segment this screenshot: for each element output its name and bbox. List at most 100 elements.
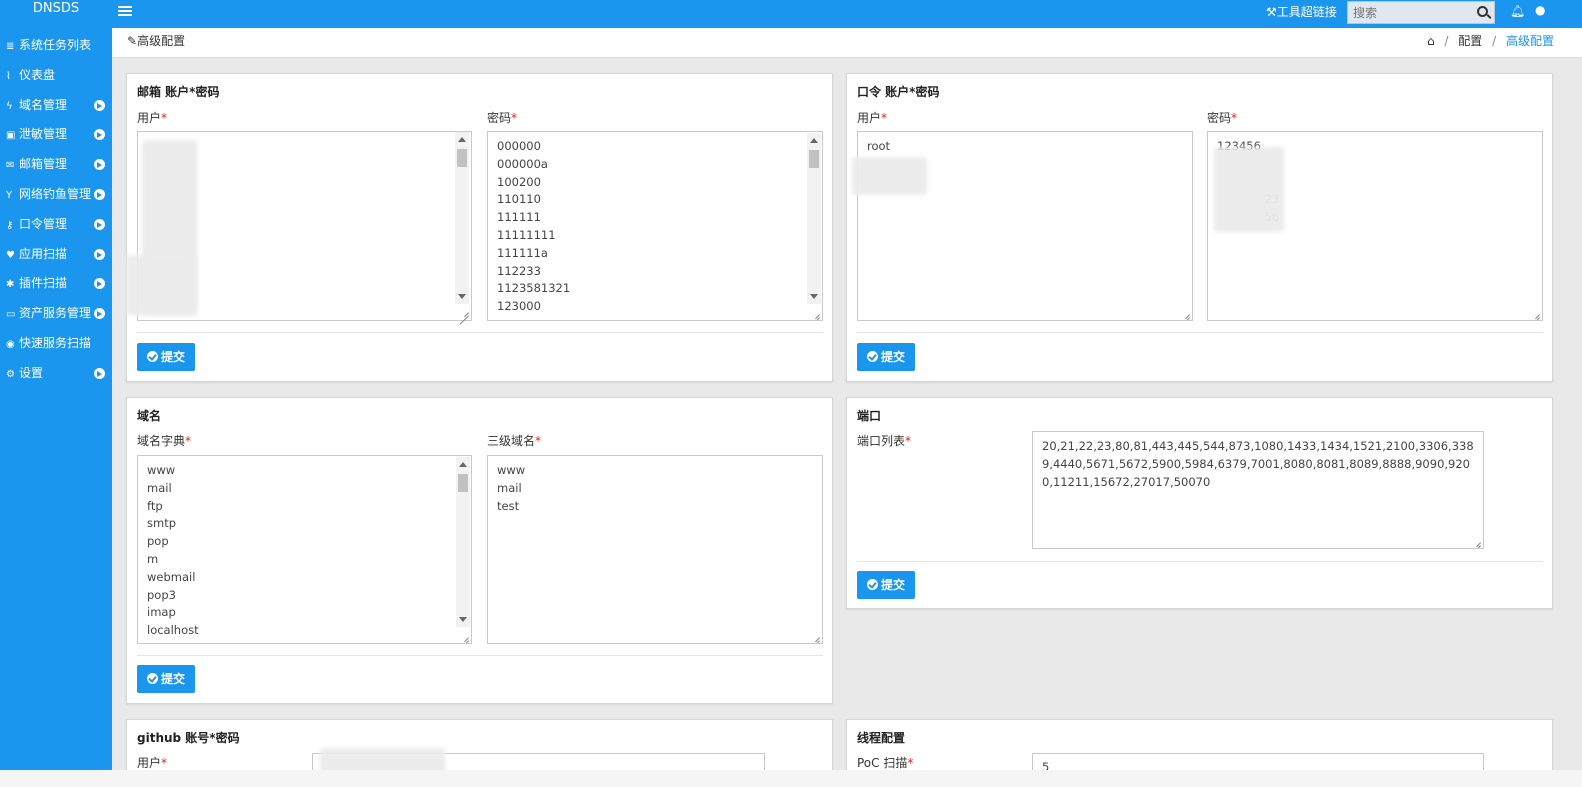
sidebar-item-6[interactable]: ⚷ 口令管理 (0, 213, 112, 235)
bug-icon: ✱ (6, 279, 15, 291)
domain-dict-textarea[interactable]: www mail ftp smtp pop m webmail pop3 ima… (137, 455, 472, 644)
sidebar-item-3[interactable]: ▣ 泄敏管理 (0, 123, 112, 145)
search-input[interactable] (1348, 2, 1468, 23)
password-password-label: 密码* (1207, 111, 1238, 125)
tools-link[interactable]: ⚒工具超链接 (1266, 4, 1337, 20)
domain-submit-button[interactable]: 提交 (137, 665, 195, 693)
list-icon: ≣ (6, 41, 15, 52)
email-password-label: 密码* (487, 111, 518, 125)
calendar-icon: ▭ (6, 309, 16, 321)
email-submit-button[interactable]: 提交 (137, 343, 195, 371)
wrench-icon: ⚒ (1266, 5, 1277, 19)
tools-link-label: 工具超链接 (1276, 5, 1337, 19)
chevron-right-circle-icon[interactable] (94, 248, 105, 260)
password-panel: 口令 账户*密码 用户* 密码* root 123456 23 56 提交 (846, 73, 1553, 382)
home-icon[interactable]: ⌂ (1427, 34, 1435, 48)
password-user-label: 用户* (857, 111, 888, 125)
sidebar-item-label: 域名管理 (19, 97, 68, 112)
sidebar-item-8[interactable]: ✱ 插件扫描 (0, 272, 112, 294)
resize-handle[interactable] (460, 632, 469, 641)
sidebar-item-label: 口令管理 (19, 216, 68, 231)
resize-handle[interactable] (811, 309, 820, 318)
page-header: ✎高级配置 ⌂ / 配置 / 高级配置 (112, 28, 1582, 58)
target-icon: ◉ (6, 339, 15, 350)
chevron-right-circle-icon[interactable] (94, 308, 105, 320)
mail-icon: ✉ (6, 160, 15, 172)
search-box (1347, 1, 1495, 24)
user-icon[interactable]: ● (1535, 3, 1545, 17)
sidebar-item-label: 邮箱管理 (19, 157, 68, 172)
bell-icon[interactable]: 🔔︎ (1510, 4, 1525, 18)
port-submit-button[interactable]: 提交 (857, 571, 915, 599)
menu-toggle-icon[interactable] (118, 4, 132, 18)
check-circle-icon (147, 673, 158, 684)
sidebar-item-2[interactable]: ϟ 域名管理 (0, 94, 112, 116)
bottom-bar (0, 770, 1582, 787)
sidebar-item-11[interactable]: ⚙ 设置 (0, 362, 112, 384)
breadcrumb-separator: / (1492, 34, 1497, 48)
sidebar-item-4[interactable]: ✉ 邮箱管理 (0, 153, 112, 175)
sidebar-item-1[interactable]: ⌇ 仪表盘 (0, 64, 112, 86)
password-submit-button[interactable]: 提交 (857, 343, 915, 371)
breadcrumb: ⌂ / 配置 / 高级配置 (1427, 32, 1554, 49)
chevron-right-circle-icon[interactable] (94, 367, 105, 379)
sidebar-item-label: 资产服务管理 (19, 306, 92, 321)
redacted-area (852, 157, 927, 195)
sidebar-item-9[interactable]: ▭ 资产服务管理 (0, 302, 112, 324)
sidebar-item-7[interactable]: ♥ 应用扫描 (0, 243, 112, 265)
scrollbar[interactable] (455, 132, 469, 304)
top-navbar: DNSDS ⚒工具超链接 🔔︎ ● (0, 0, 1582, 28)
breadcrumb-config[interactable]: 配置 (1458, 34, 1482, 48)
page-title-label: 高级配置 (137, 34, 186, 48)
poc-scan-label: PoC 扫描* (857, 756, 914, 770)
bolt-icon: ϟ (6, 100, 13, 112)
resize-handle[interactable] (1472, 537, 1481, 546)
leak-icon: ▣ (6, 130, 16, 142)
github-user-label: 用户* (137, 756, 168, 770)
port-list-label: 端口列表* (857, 434, 912, 448)
divider (857, 561, 1543, 562)
port-panel: 端口 端口列表* 20,21,22,23,80,81,443,445,544,8… (846, 397, 1553, 609)
breadcrumb-separator: / (1444, 34, 1449, 48)
sidebar-item-label: 设置 (19, 365, 44, 380)
chart-icon: ⌇ (6, 70, 11, 82)
sidebar-item-0[interactable]: ≣ 系统任务列表 (0, 34, 112, 56)
page-title: ✎高级配置 (127, 32, 185, 49)
resize-handle[interactable] (1531, 309, 1540, 318)
port-list-textarea[interactable]: 20,21,22,23,80,81,443,445,544,873,1080,1… (1032, 431, 1484, 549)
scrollbar[interactable] (807, 133, 821, 304)
brand-logo[interactable]: DNSDS (0, 0, 112, 28)
sidebar-item-label: 快速服务扫描 (19, 336, 92, 350)
scrollbar[interactable] (456, 457, 470, 627)
resize-handle[interactable] (811, 632, 820, 641)
breadcrumb-current: 高级配置 (1505, 34, 1554, 48)
chevron-right-circle-icon[interactable] (94, 189, 105, 200)
check-circle-icon (867, 579, 878, 590)
chevron-right-circle-icon[interactable] (94, 278, 105, 290)
third-level-domain-textarea[interactable]: www mail test (487, 455, 823, 644)
divider (137, 655, 823, 656)
search-icon[interactable] (1477, 6, 1488, 17)
chevron-right-circle-icon[interactable] (94, 218, 105, 230)
sidebar-item-label: 应用扫描 (19, 246, 68, 261)
domain-panel: 域名 域名字典* 三级域名* www mail ftp smtp pop m w… (126, 397, 833, 704)
divider (857, 332, 1543, 333)
sidebar-item-label: 插件扫描 (19, 276, 68, 291)
email-password-textarea[interactable]: 000000 000000a 100200 110110 111111 1111… (487, 131, 823, 321)
chevron-right-circle-icon[interactable] (94, 159, 105, 171)
sidebar-item-label: 泄敏管理 (19, 127, 68, 142)
chevron-right-circle-icon[interactable] (94, 99, 105, 111)
resize-handle[interactable] (1181, 309, 1190, 318)
check-circle-icon (147, 351, 158, 362)
redacted-area (126, 255, 196, 315)
sidebar-item-5[interactable]: Y 网络钓鱼管理 (0, 183, 112, 205)
sidebar-item-10[interactable]: ◉ 快速服务扫描 (0, 332, 112, 354)
sidebar: ≣ 系统任务列表 ⌇ 仪表盘 ϟ 域名管理 ▣ 泄敏管理 ✉ 邮箱管理 Y 网络钓鱼管理 ⚷ 口令管理 ♥ 应… (0, 28, 112, 787)
resize-handle[interactable] (460, 307, 469, 316)
chevron-right-circle-icon[interactable] (94, 129, 105, 141)
panel-title: 域名 (137, 409, 162, 423)
check-circle-icon (867, 351, 878, 362)
gears-icon: ⚙ (6, 368, 15, 380)
panel-title: 邮箱 账户*密码 (137, 85, 220, 99)
redacted-area (1214, 147, 1284, 232)
